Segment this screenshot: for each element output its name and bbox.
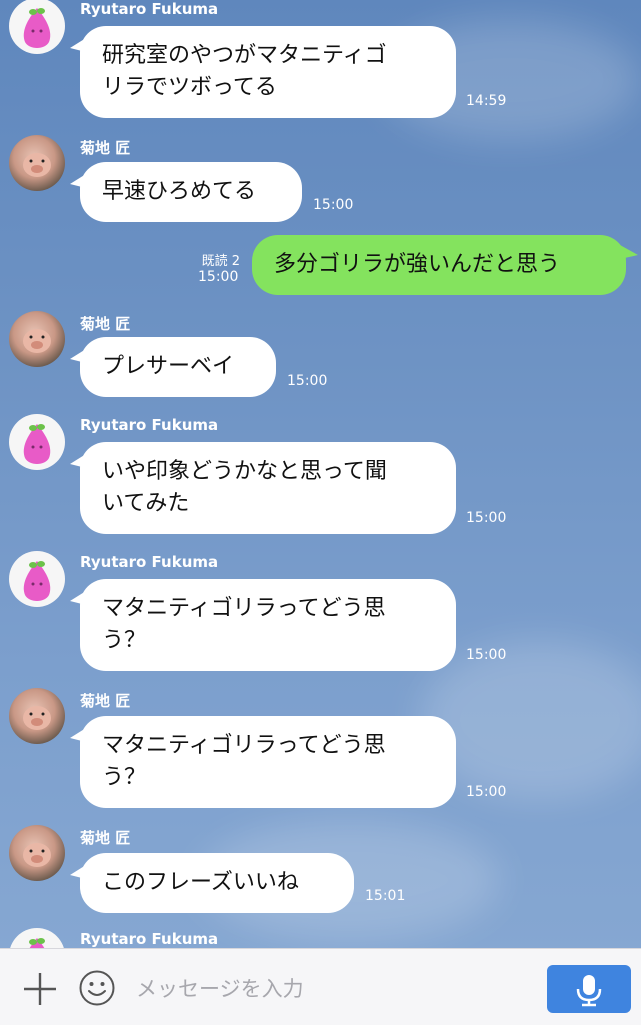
pink-mascot-avatar[interactable] — [9, 551, 65, 607]
sender-name: 菊地 匠 — [80, 139, 131, 157]
pig-avatar[interactable] — [9, 135, 65, 191]
sender-name: 菊地 匠 — [80, 692, 131, 710]
message-time: 15:00 — [466, 647, 507, 663]
read-receipt: 既読 2 — [201, 254, 240, 269]
message-bubble[interactable]: このフレーズいいね — [70, 853, 354, 913]
message-bubble[interactable]: プレサーベイ — [70, 337, 276, 397]
microphone-icon — [576, 975, 602, 1007]
message-time: 15:01 — [365, 888, 406, 904]
pig-avatar[interactable] — [9, 688, 65, 744]
message-time: 15:00 — [466, 784, 507, 800]
sender-name: 菊地 匠 — [80, 315, 131, 333]
message-time: 14:59 — [466, 93, 507, 109]
chat-area[interactable]: Ryutaro Fukuma 研究室のやつがマタニティゴ リラでツボってる 14… — [0, 0, 641, 948]
pig-avatar[interactable] — [9, 311, 65, 367]
voice-button[interactable] — [547, 965, 631, 1013]
message-bubble[interactable]: 研究室のやつがマタニティゴ リラでツボってる — [70, 26, 456, 118]
sender-name: Ryutaro Fukuma — [80, 930, 219, 948]
pink-mascot-avatar[interactable] — [9, 414, 65, 470]
message-time: 15:00 — [287, 373, 328, 389]
message-time: 15:00 — [466, 510, 507, 526]
message-time: 15:00 — [313, 197, 354, 213]
message-bubble[interactable]: マタニティゴリラってどう思 う？ — [70, 579, 456, 671]
sender-name: Ryutaro Fukuma — [80, 416, 219, 434]
sender-name: Ryutaro Fukuma — [80, 0, 219, 18]
message-input[interactable]: メッセージを入力 — [136, 973, 304, 1003]
message-time: 15:00 — [198, 269, 239, 285]
pig-avatar[interactable] — [9, 825, 65, 881]
emoji-icon[interactable] — [78, 969, 116, 1007]
my-message-bubble[interactable]: 多分ゴリラが強いんだと思う — [252, 235, 638, 295]
sender-name: 菊地 匠 — [80, 829, 131, 847]
message-input-bar: メッセージを入力 — [0, 948, 641, 1025]
message-bubble[interactable]: 早速ひろめてる — [70, 162, 302, 222]
pink-mascot-avatar[interactable] — [9, 928, 65, 948]
pink-mascot-avatar[interactable] — [9, 0, 65, 54]
sender-name: Ryutaro Fukuma — [80, 553, 219, 571]
plus-icon[interactable] — [22, 971, 58, 1007]
message-bubble[interactable]: マタニティゴリラってどう思 う？ — [70, 716, 456, 808]
message-bubble[interactable]: いや印象どうかなと思って聞 いてみた — [70, 442, 456, 534]
